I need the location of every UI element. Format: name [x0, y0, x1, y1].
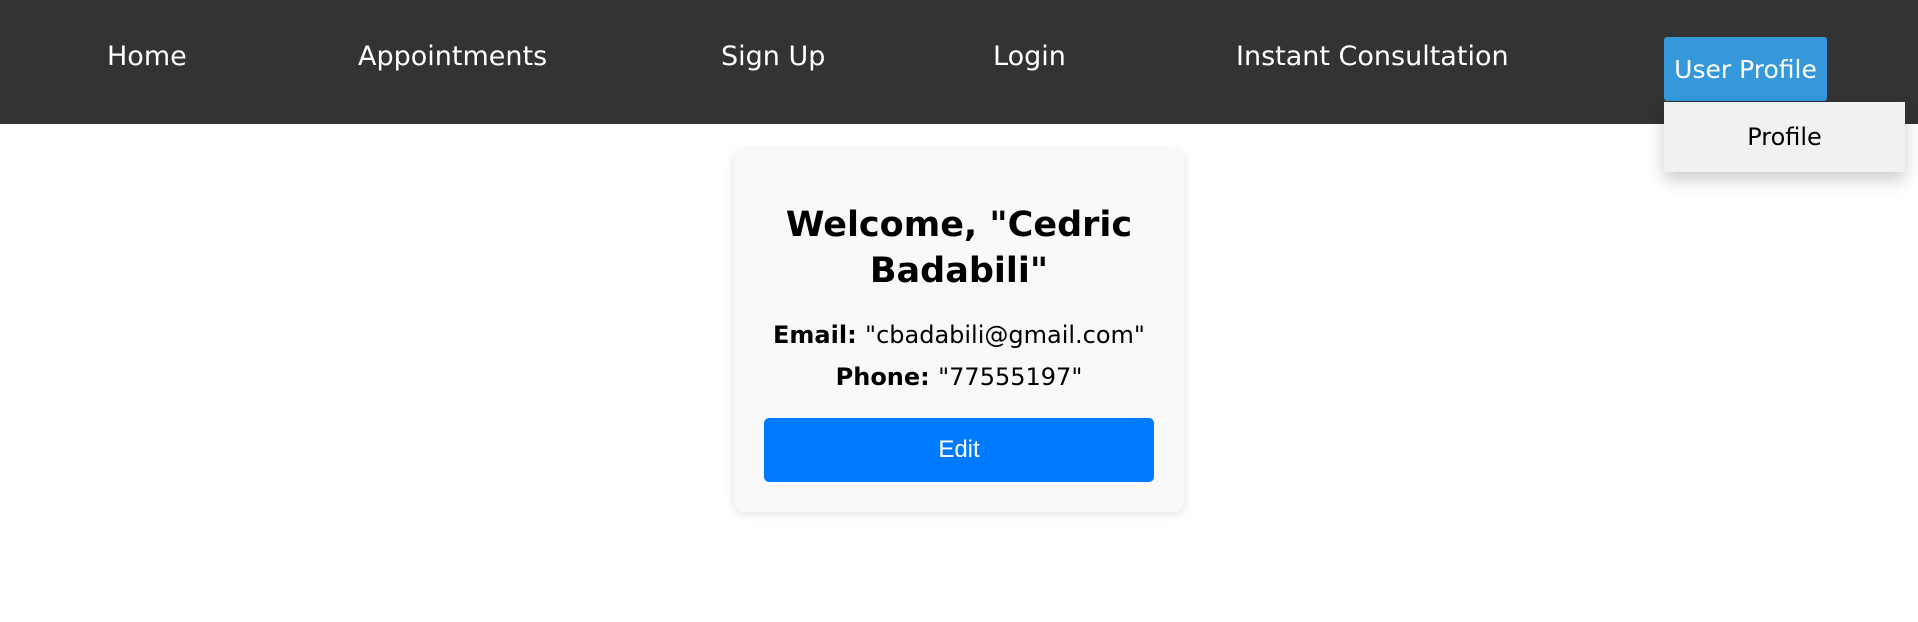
user-profile-button[interactable]: User Profile — [1664, 37, 1827, 101]
email-line: Email: "cbadabili@gmail.com" — [734, 320, 1184, 350]
edit-button[interactable]: Edit — [764, 418, 1154, 482]
nav-link-instant-consultation[interactable]: Instant Consultation — [1236, 40, 1509, 74]
email-value: "cbadabili@gmail.com" — [865, 321, 1145, 349]
nav-link-home[interactable]: Home — [107, 40, 187, 74]
nav-link-appointments[interactable]: Appointments — [358, 40, 547, 74]
phone-value: "77555197" — [938, 363, 1083, 391]
email-label: Email: — [773, 321, 866, 349]
nav-link-login[interactable]: Login — [993, 40, 1066, 74]
user-profile-dropdown: Profile — [1664, 102, 1905, 172]
phone-label: Phone: — [835, 363, 939, 391]
top-navbar: Home Appointments Sign Up Login Instant … — [0, 0, 1918, 124]
profile-card: Welcome, "Cedric Badabili" Email: "cbada… — [734, 150, 1184, 512]
dropdown-item-profile[interactable]: Profile — [1664, 102, 1905, 172]
welcome-heading: Welcome, "Cedric Badabili" — [785, 205, 1133, 291]
nav-link-sign-up[interactable]: Sign Up — [721, 40, 825, 74]
phone-line: Phone: "77555197" — [734, 362, 1184, 392]
